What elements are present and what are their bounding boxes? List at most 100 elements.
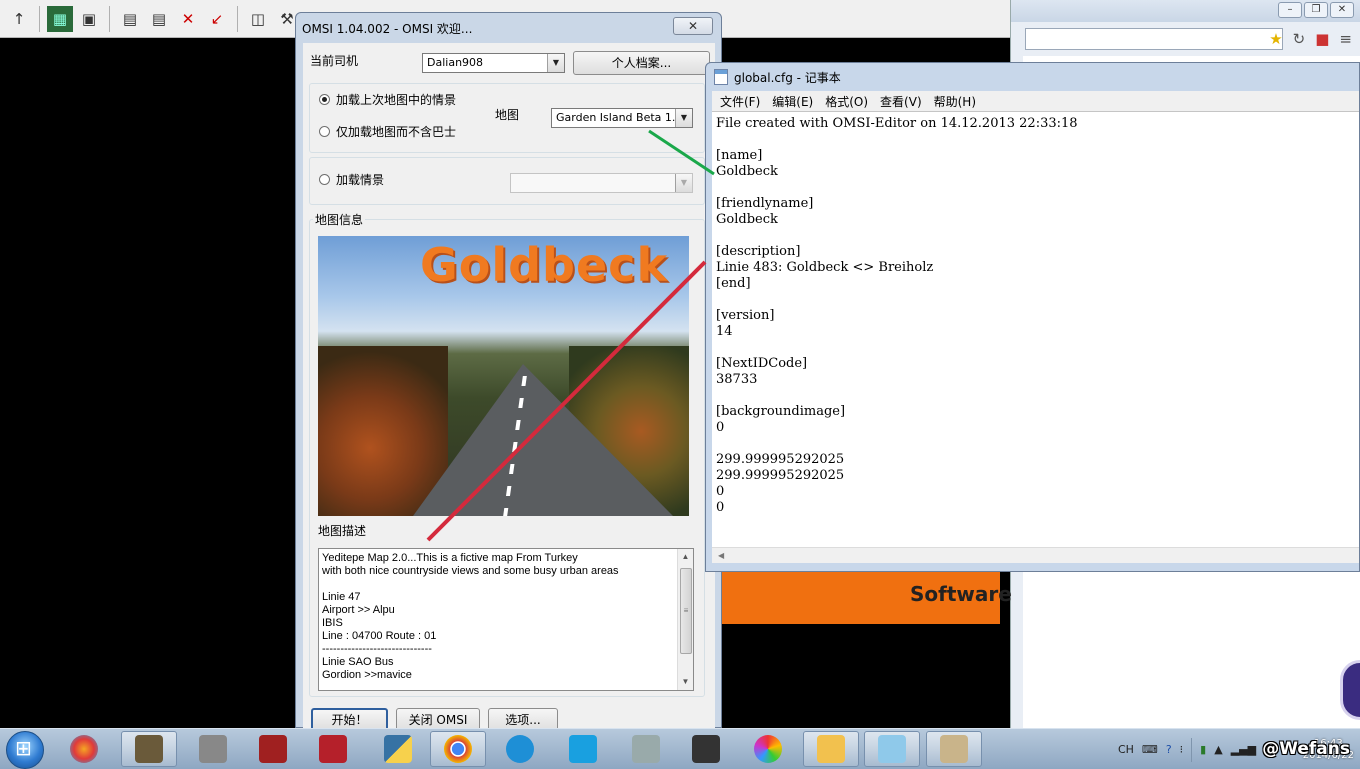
new-bus-icon[interactable]: ▤: [117, 6, 143, 32]
editor-icon: [135, 735, 163, 763]
share-icon: [506, 735, 534, 763]
show-hidden-icon[interactable]: ▲: [1214, 743, 1222, 756]
taskbar-app-mac[interactable]: [618, 731, 674, 767]
train-icon: [259, 735, 287, 763]
description-line: Airport >> Alpu: [322, 604, 395, 616]
notepad-titlebar: global.cfg - 记事本: [706, 63, 1359, 91]
pin-icon[interactable]: ↙: [204, 6, 230, 32]
omsi-close-button[interactable]: ✕: [673, 17, 713, 35]
text-line: 0: [716, 500, 725, 515]
taskbar-app-python[interactable]: [370, 731, 426, 767]
text-line: 14: [716, 324, 733, 339]
monitor-icon: [692, 735, 720, 763]
map-desc-label: 地图描述: [318, 524, 367, 538]
keyboard-icon[interactable]: ⌨: [1142, 743, 1158, 756]
taskbar-app-monitor[interactable]: [678, 731, 734, 767]
restore-icon[interactable]: ❐: [1304, 2, 1328, 18]
radio-map-only[interactable]: [319, 126, 330, 137]
chevron-down-icon[interactable]: ▼: [547, 54, 564, 72]
pinwheel-icon: [754, 735, 782, 763]
minimize-icon[interactable]: –: [1278, 2, 1302, 18]
radio-load-situation[interactable]: [319, 174, 330, 185]
map-preview-image: Goldbeck: [318, 236, 689, 516]
description-line: IBIS: [322, 617, 343, 629]
filezilla-icon: [319, 735, 347, 763]
taskbar-app-bus[interactable]: [185, 731, 241, 767]
situation-select[interactable]: ▼: [510, 173, 693, 193]
notepad-icon: [714, 69, 728, 85]
app-icon: [70, 735, 98, 763]
map-select[interactable]: Garden Island Beta 1.0 ▼: [551, 108, 693, 128]
driver-select[interactable]: Dalian908 ▼: [422, 53, 565, 73]
radio-last-situation-label[interactable]: 加载上次地图中的情景: [336, 91, 456, 108]
menu-icon[interactable]: ≡: [1339, 30, 1352, 48]
preview-logo: Goldbeck: [420, 238, 669, 292]
taskbar-app-notepad[interactable]: [864, 731, 920, 767]
radio-map-only-label[interactable]: 仅加载地图而不含巴士: [336, 123, 456, 140]
chevron-down-icon[interactable]: ▼: [675, 174, 692, 192]
scroll-thumb[interactable]: ≡: [680, 568, 692, 654]
timetable-icon[interactable]: ◫: [245, 6, 271, 32]
taskbar-app-chrome[interactable]: [430, 731, 486, 767]
taskbar-app-paint[interactable]: [926, 731, 982, 767]
map-description-box[interactable]: Yeditepe Map 2.0...This is a fictive map…: [318, 548, 694, 691]
taskbar-app-pptv[interactable]: [555, 731, 611, 767]
taskbar-app-train[interactable]: [245, 731, 301, 767]
menu-help[interactable]: 帮助(H): [934, 93, 976, 110]
extension-icon[interactable]: ■: [1315, 30, 1329, 48]
help-icon[interactable]: ?: [1166, 743, 1172, 756]
driver-label: 当前司机: [310, 54, 359, 68]
tray-language[interactable]: CH: [1118, 743, 1134, 756]
network-icon[interactable]: ▂▄▆: [1231, 743, 1256, 756]
taskbar-app-pinwheel[interactable]: [740, 731, 796, 767]
tray-expand-icon[interactable]: ⁝: [1180, 743, 1184, 756]
watermark: @Wefans: [1262, 739, 1350, 759]
chevron-down-icon[interactable]: ▼: [675, 109, 692, 127]
start-button-orb[interactable]: [6, 731, 44, 769]
tray-separator: [1191, 737, 1193, 762]
refresh-icon[interactable]: ↻: [1293, 30, 1306, 48]
text-line: [end]: [716, 276, 751, 291]
map-icon[interactable]: ▦: [47, 5, 73, 32]
bus-icon[interactable]: ▤: [146, 6, 172, 32]
notepad-title: global.cfg - 记事本: [734, 70, 841, 85]
text-line: [version]: [716, 308, 775, 323]
save-icon[interactable]: ▣: [76, 6, 102, 32]
profile-button[interactable]: 个人档案...: [573, 51, 710, 75]
description-scrollbar[interactable]: ▲ ≡ ▼: [677, 549, 693, 690]
text-line: [name]: [716, 148, 763, 163]
omsi-body: 当前司机 Dalian908 ▼ 个人档案... 加载上次地图中的情景 仅加载地…: [303, 43, 715, 732]
text-line: [backgroundimage]: [716, 404, 846, 419]
radio-load-situation-label[interactable]: 加载情景: [336, 171, 384, 188]
browser-caption: – ❐ ✕: [1011, 0, 1360, 22]
address-bar[interactable]: [1025, 28, 1283, 50]
text-line: 38733: [716, 372, 758, 387]
menu-view[interactable]: 查看(V): [880, 93, 922, 110]
text-line: [friendlyname]: [716, 196, 814, 211]
notepad-text-area[interactable]: File created with OMSI-Editor on 14.12.2…: [712, 111, 1359, 547]
taskbar-app-explorer[interactable]: [803, 731, 859, 767]
browser-nav-icons: ★ ↻ ■ ≡: [1269, 30, 1352, 48]
menu-file[interactable]: 文件(F): [720, 93, 760, 110]
purple-badge: [1340, 660, 1360, 720]
taskbar-app-omsi-editor[interactable]: [121, 731, 177, 767]
description-line: with both nice countryside views and som…: [322, 565, 619, 577]
map-label: 地图: [495, 108, 520, 122]
taskbar-app-filezilla[interactable]: [305, 731, 361, 767]
preview-road: [413, 364, 673, 516]
arrow-up-icon[interactable]: ↑: [6, 6, 32, 32]
description-line: Gordion >>mavice: [322, 669, 412, 681]
radio-last-situation[interactable]: [319, 94, 330, 105]
close-icon[interactable]: ✕: [1330, 2, 1354, 18]
menu-format[interactable]: 格式(O): [825, 93, 868, 110]
taskbar-app-share[interactable]: [492, 731, 548, 767]
notepad-horizontal-scrollbar[interactable]: ◀: [712, 547, 1359, 563]
taskbar-app-colorful[interactable]: [56, 731, 112, 767]
battery-icon[interactable]: ▮: [1200, 743, 1206, 756]
notepad-menubar: 文件(F) 编辑(E) 格式(O) 查看(V) 帮助(H): [712, 91, 1359, 111]
chevron-down-icon[interactable]: ▼: [678, 674, 693, 690]
menu-edit[interactable]: 编辑(E): [772, 93, 813, 110]
delete-bus-icon[interactable]: ✕: [175, 6, 201, 32]
star-icon[interactable]: ★: [1269, 30, 1282, 48]
chevron-up-icon[interactable]: ▲: [678, 549, 693, 565]
